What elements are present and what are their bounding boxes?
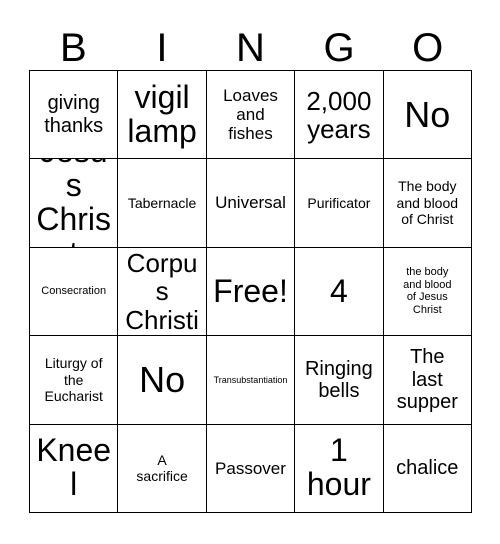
bingo-cell-label: Ringing bells <box>304 357 373 402</box>
bingo-cell-b4[interactable]: Liturgy of the Eucharist <box>30 336 119 425</box>
bingo-cell-label: chalice <box>396 457 459 480</box>
bingo-cell-label: No <box>404 93 451 135</box>
bingo-cell-label: Passover <box>215 458 286 478</box>
bingo-cell-label: giving thanks <box>44 92 104 137</box>
bingo-card: B I N G O giving thanks vigil lamp Loave… <box>0 0 500 544</box>
bingo-cell-g5[interactable]: 1 hour <box>295 424 384 513</box>
free-space-label: Free! <box>213 272 288 309</box>
bingo-cell-i1[interactable]: vigil lamp <box>118 71 207 160</box>
bingo-cell-o5[interactable]: chalice <box>383 424 472 513</box>
bingo-cell-i5[interactable]: A sacrifice <box>118 424 207 513</box>
bingo-cell-g4[interactable]: Ringing bells <box>295 336 384 425</box>
bingo-cell-n2[interactable]: Universal <box>206 159 296 248</box>
bingo-cell-label: Kneel <box>36 432 112 503</box>
header-letter-i: I <box>156 26 168 70</box>
bingo-cell-label: No <box>139 358 186 400</box>
header-letter-b: B <box>59 26 87 70</box>
header-letter-o: O <box>412 26 444 70</box>
bingo-cell-i4[interactable]: No <box>118 336 207 425</box>
bingo-cell-label: A sacrifice <box>136 451 188 485</box>
bingo-cell-label: Jesus Christ <box>36 159 112 246</box>
bingo-cell-o3[interactable]: the body and blood of Jesus Christ <box>383 247 472 337</box>
bingo-cell-label: Transubstantiation <box>213 374 288 385</box>
bingo-cell-label: The last supper <box>396 346 458 414</box>
bingo-cell-n1[interactable]: Loaves and fishes <box>206 71 296 160</box>
bingo-cell-g3[interactable]: 4 <box>295 247 384 337</box>
bingo-cell-label: 4 <box>329 272 348 309</box>
bingo-cell-o4[interactable]: The last supper <box>383 336 472 425</box>
bingo-cell-label: Corpus Christi <box>125 248 199 335</box>
bingo-cell-o2[interactable]: The body and blood of Christ <box>383 159 472 248</box>
bingo-cell-i3[interactable]: Corpus Christi <box>118 247 207 337</box>
bingo-cell-b3[interactable]: Consecration <box>30 247 119 337</box>
bingo-cell-n4[interactable]: Transubstantiation <box>206 336 296 425</box>
bingo-header-row: B I N G O <box>29 18 472 70</box>
bingo-cell-label: Universal <box>215 193 286 213</box>
bingo-cell-label: Consecration <box>41 285 107 298</box>
bingo-cell-label: Loaves and fishes <box>223 85 278 144</box>
bingo-cell-i2[interactable]: Tabernacle <box>118 159 207 248</box>
bingo-cell-label: Liturgy of the Eucharist <box>44 355 103 405</box>
bingo-cell-g2[interactable]: Purificator <box>295 159 384 248</box>
bingo-cell-b1[interactable]: giving thanks <box>30 71 119 160</box>
bingo-cell-g1[interactable]: 2,000 years <box>295 71 384 160</box>
bingo-cell-label: 2,000 years <box>306 85 372 144</box>
bingo-cell-label: Purificator <box>307 194 371 211</box>
bingo-cell-b2[interactable]: Jesus Christ <box>30 159 119 248</box>
bingo-cell-label: vigil lamp <box>127 78 197 149</box>
bingo-cell-label: the body and blood of Jesus Christ <box>403 266 452 317</box>
bingo-cell-label: Tabernacle <box>127 194 197 211</box>
bingo-cell-label: 1 hour <box>306 432 371 503</box>
bingo-cell-o1[interactable]: No <box>383 71 472 160</box>
bingo-cell-n5[interactable]: Passover <box>206 424 296 513</box>
bingo-cell-label: The body and blood of Christ <box>396 178 459 228</box>
bingo-cell-free-space[interactable]: Free! <box>206 247 296 337</box>
header-letter-g: G <box>323 26 355 70</box>
bingo-grid: giving thanks vigil lamp Loaves and fish… <box>29 70 472 513</box>
header-letter-n: N <box>236 26 265 70</box>
bingo-cell-b5[interactable]: Kneel <box>30 424 119 513</box>
